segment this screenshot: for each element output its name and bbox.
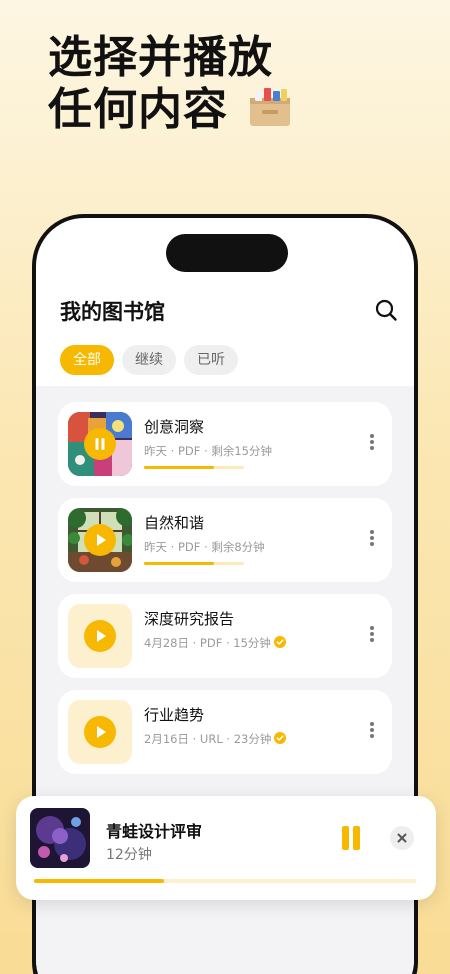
filter-listened[interactable]: 已听 (184, 345, 238, 375)
dynamic-island (166, 234, 288, 272)
pause-icon[interactable] (340, 826, 362, 850)
play-icon (97, 726, 106, 738)
filter-continue[interactable]: 继续 (122, 345, 176, 375)
item-meta-row: 2月16日 · URL · 23分钟 (144, 731, 287, 747)
thumbnail-forest-painting (68, 508, 132, 572)
check-icon (274, 732, 287, 744)
more-options-icon[interactable] (370, 626, 374, 642)
more-options-icon[interactable] (370, 530, 374, 546)
thumbnail-placeholder (68, 604, 132, 668)
play-button[interactable] (84, 716, 116, 748)
file-box-icon (250, 88, 290, 126)
thumbnail-placeholder (68, 700, 132, 764)
filter-all[interactable]: 全部 (60, 345, 114, 375)
player-progress[interactable] (34, 879, 416, 883)
headline-line-2: 任何内容 (48, 84, 228, 135)
item-meta: 4月28日 · PDF · 15分钟 (144, 636, 271, 650)
mini-player[interactable]: 青蛙设计评审 12分钟 (16, 796, 436, 900)
item-title: 深度研究报告 (144, 610, 235, 628)
play-icon (97, 630, 106, 642)
player-artwork (30, 808, 90, 868)
list-item[interactable]: 行业趋势 2月16日 · URL · 23分钟 (58, 690, 392, 774)
play-button[interactable] (84, 620, 116, 652)
item-meta: 昨天 · PDF · 剩余8分钟 (144, 540, 265, 554)
search-icon[interactable] (374, 298, 398, 322)
player-duration: 12分钟 (106, 847, 152, 863)
item-meta: 昨天 · PDF · 剩余15分钟 (144, 444, 272, 458)
check-icon (273, 636, 286, 648)
item-progress (144, 562, 244, 565)
more-options-icon[interactable] (370, 434, 374, 450)
promo-headline: 选择并播放 任何内容 (48, 32, 273, 136)
item-meta: 2月16日 · URL · 23分钟 (144, 732, 272, 746)
headline-line-1: 选择并播放 (48, 32, 273, 83)
item-title: 自然和谐 (144, 514, 205, 532)
page-title: 我的图书馆 (60, 300, 165, 324)
item-meta-row: 4月28日 · PDF · 15分钟 (144, 635, 286, 651)
pause-icon (95, 438, 105, 450)
item-title: 创意洞察 (144, 418, 205, 436)
item-progress (144, 466, 244, 469)
close-icon[interactable] (390, 826, 414, 850)
list-item[interactable]: 自然和谐 昨天 · PDF · 剩余8分钟 (58, 498, 392, 582)
play-button[interactable] (84, 524, 116, 556)
more-options-icon[interactable] (370, 722, 374, 738)
pause-button[interactable] (84, 428, 116, 460)
play-icon (97, 534, 106, 546)
list-item[interactable]: 深度研究报告 4月28日 · PDF · 15分钟 (58, 594, 392, 678)
player-title: 青蛙设计评审 (106, 822, 203, 841)
thumbnail-abstract-painting (68, 412, 132, 476)
filter-chips: 全部 继续 已听 (60, 345, 238, 375)
item-title: 行业趋势 (144, 706, 205, 724)
list-item[interactable]: 创意洞察 昨天 · PDF · 剩余15分钟 (58, 402, 392, 486)
